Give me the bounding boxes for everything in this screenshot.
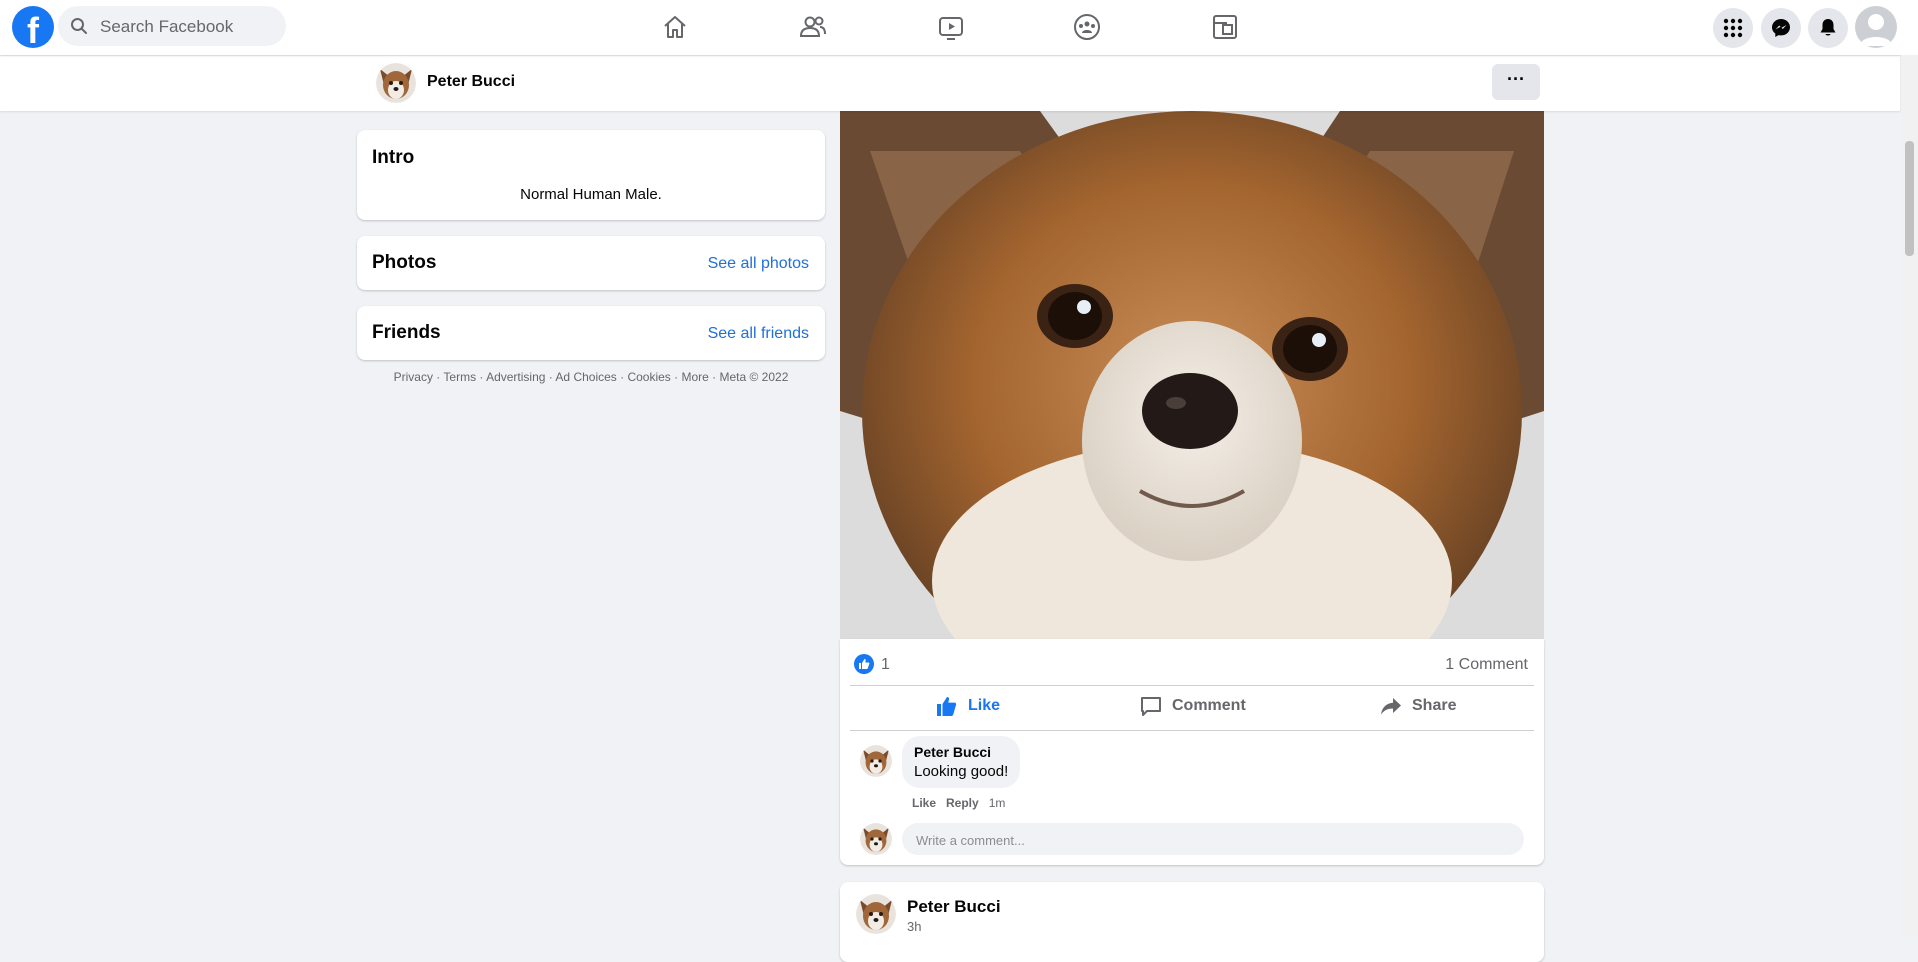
photos-card: Photos See all photos [357, 236, 825, 290]
friends-card: Friends See all friends [357, 306, 825, 360]
comment-icon [1141, 697, 1161, 716]
comment-button-label: Comment [1172, 697, 1246, 714]
friends-icon[interactable] [798, 12, 828, 42]
comment-timestamp[interactable]: 1m [989, 796, 1006, 810]
photos-title: Photos [372, 252, 437, 273]
like-button[interactable]: Like [936, 685, 1000, 727]
comment-input-box[interactable] [902, 823, 1524, 857]
notifications-button[interactable] [1808, 8, 1848, 48]
messenger-button[interactable] [1761, 8, 1801, 48]
more-options-button[interactable]: ··· [1492, 64, 1540, 100]
intro-card: Intro Normal Human Male. [357, 130, 825, 220]
friends-title: Friends [372, 322, 441, 343]
comment-bubble: Peter Bucci Looking good! [902, 736, 1021, 788]
post-footer: 1 1 Comment Like Comment Share Peter Buc… [840, 639, 1544, 865]
profile-name[interactable]: Peter Bucci [427, 73, 515, 91]
account-avatar[interactable] [1855, 6, 1897, 48]
comment-input[interactable] [914, 823, 1508, 857]
thumbs-up-icon [937, 697, 957, 716]
gaming-icon[interactable] [1210, 12, 1240, 42]
comment-count[interactable]: 1 Comment [1445, 656, 1528, 674]
comment-actions: Like Reply 1m [912, 796, 1005, 810]
notifications-icon [1820, 19, 1836, 36]
thumbs-up-icon [859, 659, 870, 669]
default-avatar-icon [1860, 14, 1892, 46]
watch-icon[interactable] [936, 12, 966, 42]
home-icon[interactable] [660, 12, 690, 42]
search-box[interactable] [58, 6, 286, 48]
menu-grid-icon [1723, 18, 1743, 38]
menu-button[interactable] [1713, 8, 1753, 48]
facebook-logo[interactable]: f [12, 6, 54, 48]
dog-photo-image [840, 111, 1544, 639]
post-author-name[interactable]: Peter Bucci [907, 897, 1001, 917]
groups-icon[interactable] [1072, 12, 1102, 42]
search-icon [71, 18, 87, 34]
see-all-photos-link[interactable]: See all photos [708, 255, 809, 273]
like-button-label: Like [968, 697, 1001, 714]
commenter-avatar[interactable] [860, 745, 892, 777]
next-post-card: Peter Bucci 3h [840, 882, 1544, 962]
page-scrollbar[interactable] [1901, 55, 1918, 936]
footer-links[interactable]: Privacy · Terms · Advertising · Ad Choic… [357, 370, 825, 384]
comment-text: Looking good! [914, 763, 1009, 780]
post-timestamp[interactable]: 3h [907, 919, 921, 934]
comment-button[interactable]: Comment [1140, 685, 1246, 727]
messenger-icon [1772, 19, 1790, 37]
scrollbar-thumb[interactable] [1905, 141, 1914, 256]
intro-bio: Normal Human Male. [520, 186, 662, 203]
see-all-friends-link[interactable]: See all friends [708, 325, 809, 343]
comment-author[interactable]: Peter Bucci [914, 744, 1008, 760]
top-navigation-bar: f [0, 0, 1918, 55]
post-photo[interactable] [840, 111, 1544, 639]
share-button-label: Share [1412, 697, 1457, 714]
search-input[interactable] [98, 6, 282, 48]
comment-reply-link[interactable]: Reply [946, 796, 979, 810]
profile-sticky-header: Peter Bucci ··· [0, 56, 1900, 111]
comment-like-link[interactable]: Like [912, 796, 936, 810]
profile-avatar[interactable] [376, 63, 416, 103]
post-author-avatar[interactable] [856, 894, 896, 934]
intro-title: Intro [372, 147, 415, 168]
current-user-avatar [860, 823, 892, 855]
share-icon [1381, 698, 1401, 715]
share-button[interactable]: Share [1380, 685, 1456, 727]
like-reaction-icon[interactable] [854, 654, 874, 674]
actions-divider [850, 730, 1534, 731]
like-count[interactable]: 1 [881, 656, 890, 674]
